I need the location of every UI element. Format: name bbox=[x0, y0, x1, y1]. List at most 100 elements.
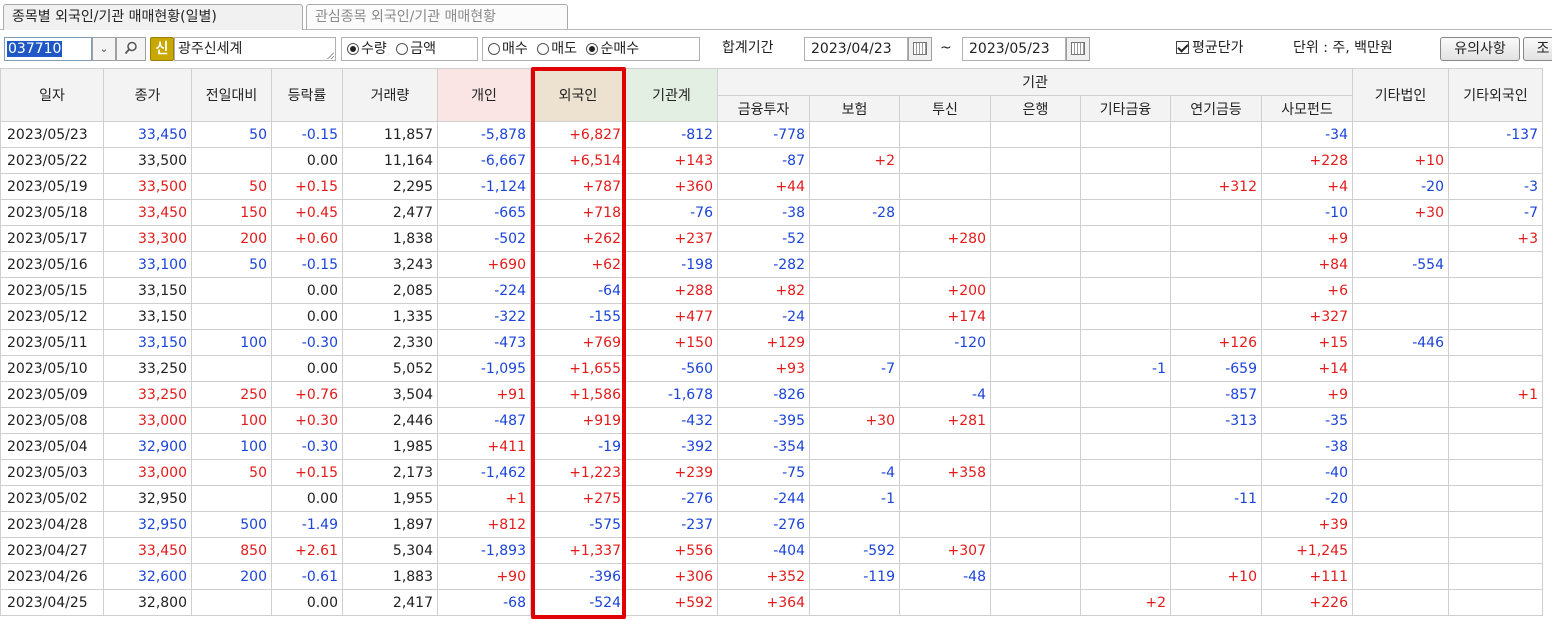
cell-other-fin: +2 bbox=[1080, 589, 1171, 616]
table-row[interactable]: 2023/05/04 32,900 100 -0.30 1,985 +411 -19 -392… bbox=[0, 433, 1543, 460]
chevron-down-icon[interactable]: ⌄ bbox=[92, 37, 116, 61]
col-header-inst-total[interactable]: 기관계 bbox=[625, 68, 718, 122]
col-header-trust[interactable]: 투신 bbox=[899, 95, 991, 122]
cell-individual: -322 bbox=[437, 303, 531, 330]
cell-foreigner: +1,223 bbox=[530, 459, 626, 486]
radio-buy[interactable]: 매수 bbox=[488, 38, 528, 60]
table-row[interactable]: 2023/04/27 33,450 850 +2.61 5,304 -1,893 +1,33… bbox=[0, 537, 1543, 564]
table-row[interactable]: 2023/05/19 33,500 50 +0.15 2,295 -1,124 +787 +3… bbox=[0, 173, 1543, 200]
table-row[interactable]: 2023/04/26 32,600 200 -0.61 1,883 +90 -396 +306… bbox=[0, 563, 1543, 590]
table-row[interactable]: 2023/05/18 33,450 150 +0.45 2,477 -665 +718 -76… bbox=[0, 199, 1543, 226]
cell-pension bbox=[1170, 147, 1262, 174]
cell-inst-total: +239 bbox=[625, 459, 718, 486]
table-row[interactable]: 2023/05/02 32,950 0.00 1,955 +1 +275 -276 -244-… bbox=[0, 485, 1543, 512]
cell-other-corp: -446 bbox=[1352, 329, 1449, 356]
cell-insurance bbox=[809, 433, 900, 460]
search-icon[interactable] bbox=[116, 37, 146, 61]
cell-rate: 0.00 bbox=[271, 485, 343, 512]
cell-close: 32,600 bbox=[103, 563, 192, 590]
table-row[interactable]: 2023/05/17 33,300 200 +0.60 1,838 -502 +262 +23… bbox=[0, 225, 1543, 252]
col-header-private-fund[interactable]: 사모펀드 bbox=[1261, 95, 1353, 122]
cell-pension bbox=[1170, 537, 1262, 564]
table-row[interactable]: 2023/05/10 33,250 0.00 5,052 -1,095 +1,655 -56… bbox=[0, 355, 1543, 382]
col-header-other-corp[interactable]: 기타법인 bbox=[1352, 68, 1449, 122]
table-row[interactable]: 2023/05/03 33,000 50 +0.15 2,173 -1,462 +1,223… bbox=[0, 459, 1543, 486]
table-row[interactable]: 2023/05/15 33,150 0.00 2,085 -224 -64 +288 +82 +… bbox=[0, 277, 1543, 304]
table-row[interactable]: 2023/05/08 33,000 100 +0.30 2,446 -487 +919 -43… bbox=[0, 407, 1543, 434]
cell-foreigner: -64 bbox=[530, 277, 626, 304]
cell-change bbox=[191, 303, 272, 330]
table-row[interactable]: 2023/04/28 32,950 500 -1.49 1,897 +812 -575 -23… bbox=[0, 511, 1543, 538]
cell-volume: 2,295 bbox=[342, 173, 438, 200]
calendar-icon[interactable] bbox=[1066, 37, 1090, 61]
table-row[interactable]: 2023/05/11 33,150 100 -0.30 2,330 -473 +769 +15… bbox=[0, 329, 1543, 356]
cell-individual: -1,095 bbox=[437, 355, 531, 382]
col-header-change[interactable]: 전일대비 bbox=[191, 68, 272, 122]
table-row[interactable]: 2023/05/22 33,500 0.00 11,164 -6,667 +6,514 +1… bbox=[0, 147, 1543, 174]
cell-fin-invest: -87 bbox=[717, 147, 810, 174]
table-row[interactable]: 2023/05/23 33,450 50 -0.15 11,857 -5,878 +6,82… bbox=[0, 121, 1543, 148]
col-header-fin-invest[interactable]: 금융투자 bbox=[717, 95, 810, 122]
cell-pension bbox=[1170, 589, 1262, 616]
start-date-input[interactable]: 2023/04/23 bbox=[804, 37, 908, 61]
cell-other-corp bbox=[1352, 433, 1449, 460]
cell-trust bbox=[899, 251, 991, 278]
col-header-individual[interactable]: 개인 bbox=[437, 68, 531, 122]
col-header-rate[interactable]: 등락률 bbox=[271, 68, 343, 122]
radio-sell[interactable]: 매도 bbox=[537, 38, 577, 60]
table-row[interactable]: 2023/05/09 33,250 250 +0.76 3,504 +91 +1,586 -1… bbox=[0, 381, 1543, 408]
cell-inst-total: +592 bbox=[625, 589, 718, 616]
end-date-input[interactable]: 2023/05/23 bbox=[962, 37, 1066, 61]
checkbox-checked-icon bbox=[1176, 41, 1189, 54]
cell-inst-total: +556 bbox=[625, 537, 718, 564]
cell-bank bbox=[990, 537, 1081, 564]
cell-other-foreign bbox=[1448, 303, 1543, 330]
cell-rate: 0.00 bbox=[271, 589, 343, 616]
col-header-bank[interactable]: 은행 bbox=[990, 95, 1081, 122]
col-header-date[interactable]: 일자 bbox=[0, 68, 104, 122]
cell-close: 33,500 bbox=[103, 147, 192, 174]
cell-close: 33,000 bbox=[103, 407, 192, 434]
radio-quantity[interactable]: 수량 bbox=[347, 38, 387, 60]
table-row[interactable]: 2023/04/25 32,800 0.00 2,417 -68 -524 +592 +364… bbox=[0, 589, 1543, 616]
cell-close: 33,100 bbox=[103, 251, 192, 278]
col-header-foreigner[interactable]: 외국인 bbox=[530, 68, 626, 122]
table-row[interactable]: 2023/05/12 33,150 0.00 1,335 -322 -155 +477 -24… bbox=[0, 303, 1543, 330]
col-header-pension[interactable]: 연기금등 bbox=[1170, 95, 1262, 122]
notice-button[interactable]: 유의사항 bbox=[1440, 37, 1520, 61]
calendar-icon[interactable] bbox=[908, 37, 932, 61]
cell-individual: -473 bbox=[437, 329, 531, 356]
col-header-other-fin[interactable]: 기타금융 bbox=[1080, 95, 1171, 122]
cell-fin-invest: -395 bbox=[717, 407, 810, 434]
cell-inst-total: -1,678 bbox=[625, 381, 718, 408]
col-header-close[interactable]: 종가 bbox=[103, 68, 192, 122]
tab-watchlist[interactable]: 관심종목 외국인/기관 매매현황 bbox=[306, 4, 568, 29]
cell-foreigner: -155 bbox=[530, 303, 626, 330]
stock-code-input[interactable]: 037710 bbox=[4, 37, 92, 61]
cell-other-foreign bbox=[1448, 511, 1543, 538]
col-header-other-foreign[interactable]: 기타외국인 bbox=[1448, 68, 1543, 122]
radio-amount[interactable]: 금액 bbox=[396, 38, 436, 60]
cell-other-fin bbox=[1080, 537, 1171, 564]
cell-other-corp bbox=[1352, 277, 1449, 304]
radio-net-buy[interactable]: 순매수 bbox=[586, 38, 639, 60]
avg-price-checkbox[interactable]: 평균단가 bbox=[1176, 37, 1244, 61]
query-button[interactable]: 조 bbox=[1523, 37, 1552, 61]
cell-trust: +174 bbox=[899, 303, 991, 330]
cell-insurance: -4 bbox=[809, 459, 900, 486]
cell-pension bbox=[1170, 199, 1262, 226]
cell-rate: +0.15 bbox=[271, 459, 343, 486]
table-row[interactable]: 2023/05/16 33,100 50 -0.15 3,243 +690 +62 -198-… bbox=[0, 251, 1543, 278]
cell-date: 2023/05/22 bbox=[0, 147, 104, 174]
stock-name-field[interactable]: 광주신세계 bbox=[174, 37, 336, 61]
radio-selected-icon bbox=[586, 43, 599, 55]
cell-rate: +0.76 bbox=[271, 381, 343, 408]
cell-date: 2023/05/08 bbox=[0, 407, 104, 434]
cell-insurance bbox=[809, 589, 900, 616]
tab-bar: 종목별 외국인/기관 매매현황(일별) 관심종목 외국인/기관 매매현황 bbox=[0, 0, 1552, 30]
cell-other-fin bbox=[1080, 147, 1171, 174]
tab-daily-by-stock[interactable]: 종목별 외국인/기관 매매현황(일별) bbox=[3, 4, 303, 30]
cell-pension bbox=[1170, 225, 1262, 252]
col-header-insurance[interactable]: 보험 bbox=[809, 95, 900, 122]
col-header-volume[interactable]: 거래량 bbox=[342, 68, 438, 122]
